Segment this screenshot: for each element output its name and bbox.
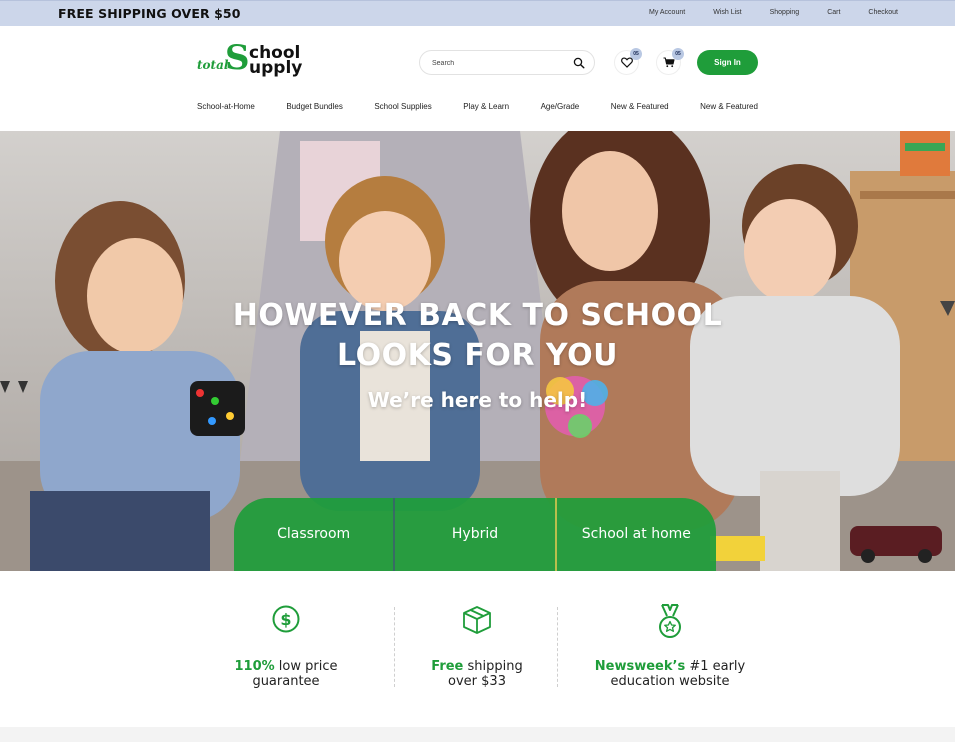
feature-low-price-rest: low price <box>274 659 338 674</box>
feature-free-shipping: Free shipping over $33 <box>397 571 557 727</box>
dollar-circle-icon: $ <box>272 605 300 633</box>
tab-classroom[interactable]: Classroom <box>234 498 394 571</box>
page: FREE SHIPPING OVER $50 My Account Wish L… <box>0 0 955 742</box>
nav-new-featured-2[interactable]: New & Featured <box>700 102 758 111</box>
sign-in-button[interactable]: Sign In <box>697 50 758 75</box>
top-links: My Account Wish List Shopping Cart Check… <box>621 9 898 16</box>
cart-link[interactable]: Cart <box>827 9 840 16</box>
feature-newsweek-line2: education website <box>610 674 730 689</box>
search-icon[interactable] <box>573 57 585 69</box>
cart-count-badge: 05 <box>672 48 684 60</box>
feature-low-price-highlight: 110% <box>234 659 275 674</box>
tab-school-at-home[interactable]: School at home <box>554 498 716 571</box>
feature-newsweek: Newsweek’s #1 early education website <box>590 571 750 727</box>
feature-newsweek-highlight: Newsweek’s <box>594 659 686 674</box>
logo-upply: upply <box>249 58 303 78</box>
feature-free-shipping-rest: shipping <box>463 659 523 674</box>
wishlist-button[interactable]: 05 <box>614 48 642 75</box>
checkout-link[interactable]: Checkout <box>868 9 898 16</box>
hero-title: HOWEVER BACK TO SCHOOL LOOKS FOR YOU <box>0 296 955 376</box>
nav-budget-bundles[interactable]: Budget Bundles <box>286 102 343 111</box>
feature-free-shipping-line2: over $33 <box>448 674 506 689</box>
feature-newsweek-rest: #1 early <box>685 659 746 674</box>
box-icon <box>463 606 491 634</box>
cart-button[interactable]: 05 <box>656 48 684 75</box>
nav-play-learn[interactable]: Play & Learn <box>463 102 509 111</box>
nav-school-supplies[interactable]: School Supplies <box>374 102 431 111</box>
hero-title-line2: LOOKS FOR YOU <box>337 338 618 373</box>
features-strip: $ 110% low price guarantee Free shipping… <box>0 571 955 727</box>
medal-icon <box>659 604 681 638</box>
nav-age-grade[interactable]: Age/Grade <box>541 102 580 111</box>
nav-school-at-home[interactable]: School-at-Home <box>197 102 255 111</box>
wishlist-count-badge: 05 <box>630 48 642 60</box>
tab-hybrid[interactable]: Hybrid <box>393 498 555 571</box>
search-box <box>419 50 595 75</box>
feature-free-shipping-highlight: Free <box>431 659 464 674</box>
divider <box>394 607 395 687</box>
svg-text:$: $ <box>280 610 291 629</box>
logo-total: total <box>197 58 229 72</box>
school-mode-tabs: Classroom Hybrid School at home <box>234 498 716 571</box>
logo-s: S <box>225 38 250 78</box>
footer-strip <box>0 727 955 742</box>
nav-new-featured[interactable]: New & Featured <box>611 102 669 111</box>
tab-hybrid-label: Hybrid <box>451 525 499 542</box>
search-input[interactable] <box>432 56 572 70</box>
feature-low-price-text: 110% low price guarantee <box>206 659 366 689</box>
divider <box>557 607 558 687</box>
cart-icon <box>663 57 675 68</box>
wish-list-link[interactable]: Wish List <box>713 9 741 16</box>
heart-icon <box>620 57 633 68</box>
hero-banner: HOWEVER BACK TO SCHOOL LOOKS FOR YOU We’… <box>0 131 955 571</box>
top-bar: FREE SHIPPING OVER $50 My Account Wish L… <box>0 0 955 26</box>
feature-free-shipping-text: Free shipping over $33 <box>397 659 557 689</box>
my-account-link[interactable]: My Account <box>649 9 685 16</box>
promo-text: FREE SHIPPING OVER $50 <box>58 6 241 21</box>
hero-title-line1: HOWEVER BACK TO SCHOOL <box>232 298 723 333</box>
feature-low-price: $ 110% low price guarantee <box>206 571 366 727</box>
feature-newsweek-text: Newsweek’s #1 early education website <box>590 659 750 689</box>
tab-classroom-label: Classroom <box>277 525 351 542</box>
tab-school-at-home-label: School at home <box>581 525 691 542</box>
shopping-link[interactable]: Shopping <box>770 9 800 16</box>
site-logo[interactable]: total S chool upply <box>196 40 306 80</box>
feature-low-price-line2: guarantee <box>252 674 320 689</box>
main-nav: School-at-Home Budget Bundles School Sup… <box>197 102 758 111</box>
hero-subtitle: We’re here to help! <box>367 388 588 412</box>
